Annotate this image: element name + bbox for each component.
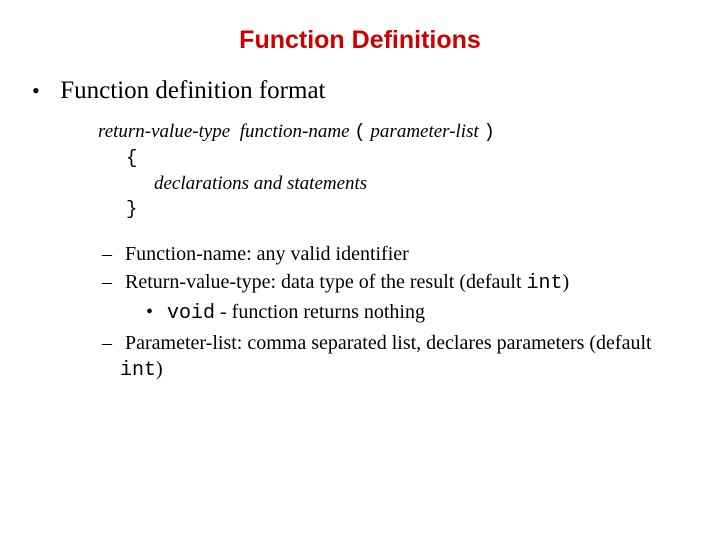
bullet-list-level2: Function-name: any valid identifier Retu… [102,241,694,385]
code-right-paren: ) [484,121,495,143]
item-pl-post: ) [156,358,163,380]
bullet-function-definition-format: Function definition format return-value-… [54,77,694,385]
code-block: return-value-type function-name ( parame… [98,119,694,223]
item-rvt-post: ) [563,271,570,293]
item-parameter-list: Parameter-list: comma separated list, de… [102,330,694,385]
code-return-value-type: return-value-type [98,121,230,142]
code-brace-close: } [126,197,694,223]
code-signature-line: return-value-type function-name ( parame… [98,119,694,146]
item-void-code: void [167,302,215,325]
item-return-value-type: Return-value-type: data type of the resu… [102,269,694,328]
slide-title: Function Definitions [26,26,694,55]
item-pl-code: int [120,359,156,382]
item-function-name: Function-name: any valid identifier [102,241,694,267]
code-brace-open: { [126,146,694,172]
code-parameter-list: parameter-list [370,121,478,142]
item-function-name-text: Function-name: any valid identifier [125,243,409,265]
item-pl-pre: Parameter-list: comma separated list, de… [125,332,652,354]
item-void-text: - function returns nothing [215,301,425,323]
slide: Function Definitions Function definition… [0,0,720,540]
code-left-paren: ( [354,121,365,143]
item-rvt-code: int [527,272,563,295]
bullet-list-level1: Function definition format return-value-… [54,77,694,385]
item-void: void - function returns nothing [146,299,694,327]
item-rvt-pre: Return-value-type: data type of the resu… [125,271,527,293]
code-function-name: function-name [240,121,350,142]
code-body: declarations and statements [154,171,694,197]
bullet-list-level3: void - function returns nothing [146,299,694,327]
bullet1-text: Function definition format [60,77,325,104]
